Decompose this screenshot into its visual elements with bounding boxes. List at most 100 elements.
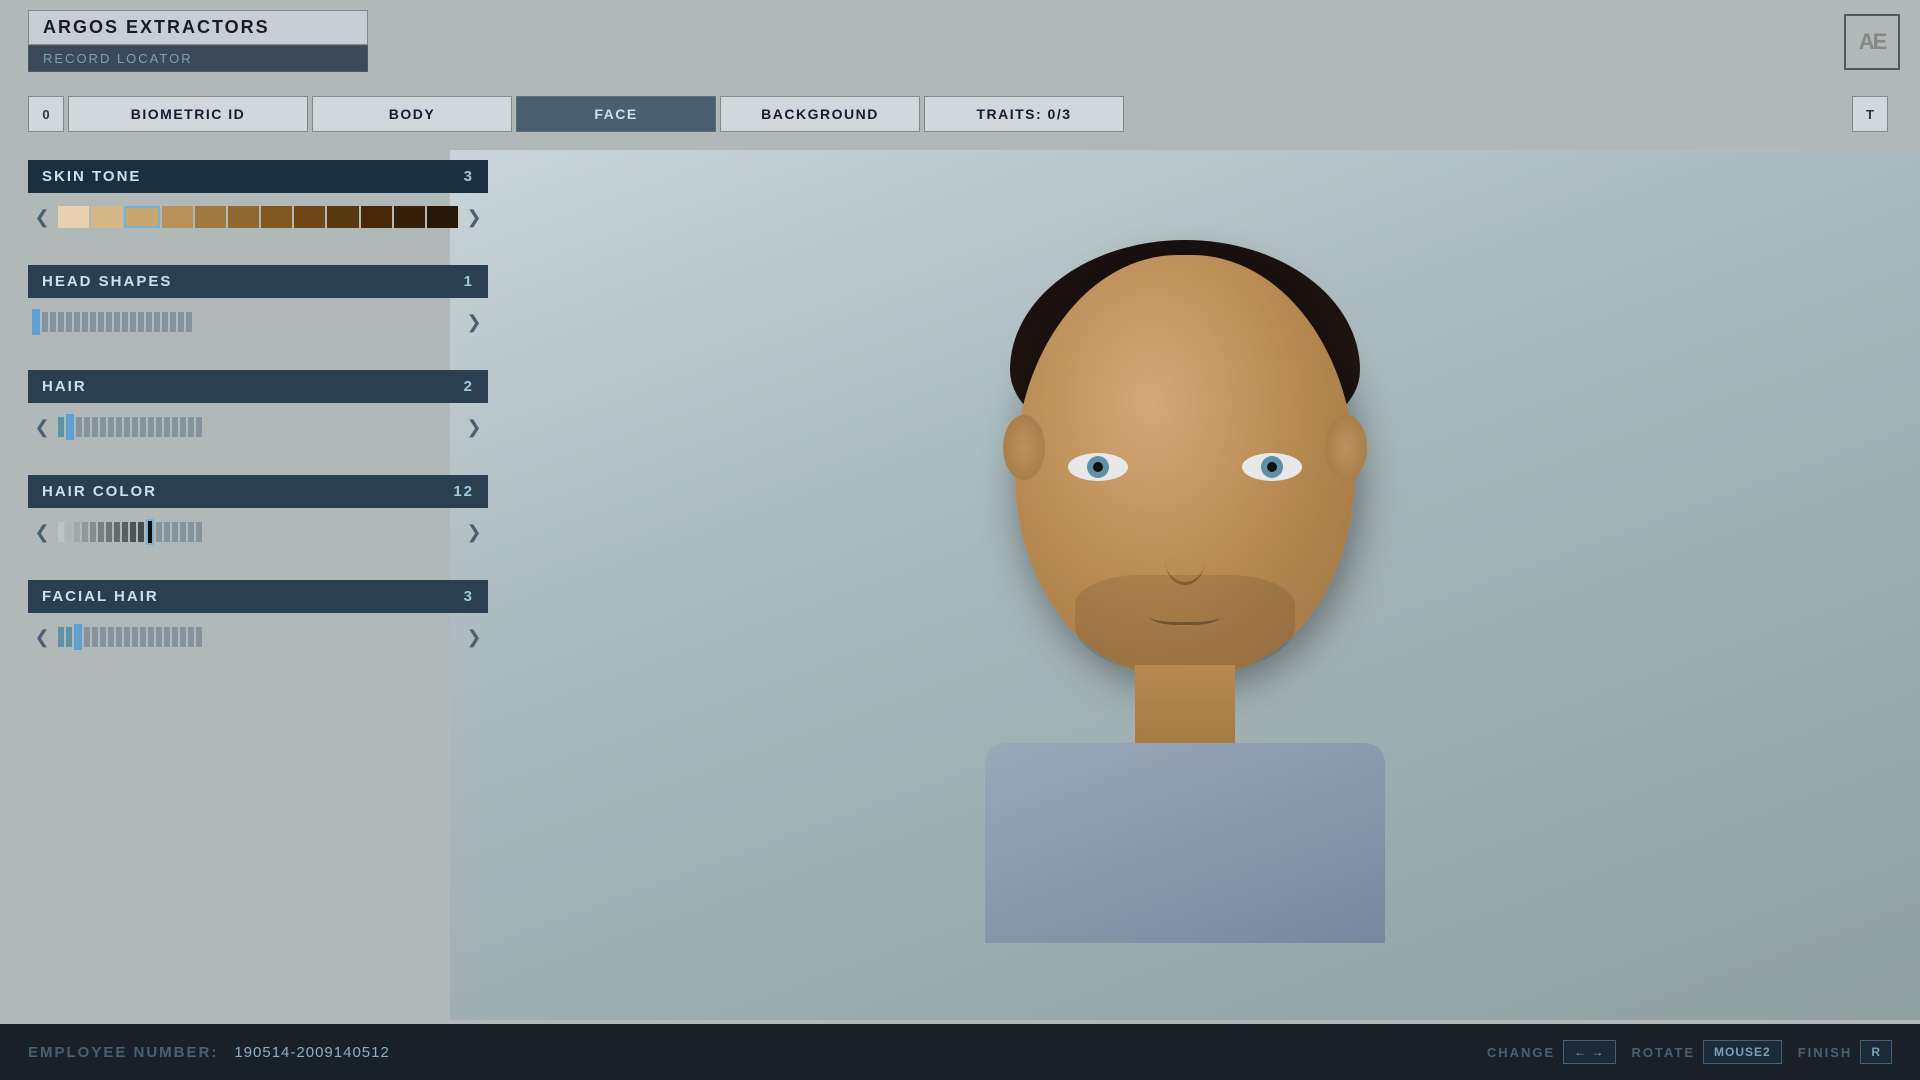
tick-hc-1[interactable] <box>58 522 64 542</box>
tick-hs-7[interactable] <box>82 312 88 332</box>
skin-seg-12[interactable] <box>427 206 458 228</box>
tick-hc-16[interactable] <box>180 522 186 542</box>
nav-tab-zero[interactable]: 0 <box>28 96 64 132</box>
tick-h-5[interactable] <box>92 417 98 437</box>
rotate-key-badge[interactable]: MOUSE2 <box>1703 1040 1782 1064</box>
tick-fh-15[interactable] <box>172 627 178 647</box>
tick-h-18[interactable] <box>196 417 202 437</box>
tick-h-15[interactable] <box>172 417 178 437</box>
tick-hs-19[interactable] <box>178 312 184 332</box>
skin-seg-10[interactable] <box>361 206 392 228</box>
tick-hs-12[interactable] <box>122 312 128 332</box>
hair-color-slider[interactable] <box>58 518 458 546</box>
tick-hc-10[interactable] <box>130 522 136 542</box>
tick-h-16[interactable] <box>180 417 186 437</box>
tick-hs-13[interactable] <box>130 312 136 332</box>
tab-face[interactable]: FACE <box>516 96 716 132</box>
tick-h-11[interactable] <box>140 417 146 437</box>
hair-color-prev[interactable]: ❮ <box>32 522 52 543</box>
tick-fh-10[interactable] <box>132 627 138 647</box>
tick-hc-11[interactable] <box>138 522 144 542</box>
tick-hs-2[interactable] <box>42 312 48 332</box>
tick-fh-7[interactable] <box>108 627 114 647</box>
tick-hc-15[interactable] <box>172 522 178 542</box>
tick-hc-17[interactable] <box>188 522 194 542</box>
tick-fh-16[interactable] <box>180 627 186 647</box>
hair-slider[interactable] <box>58 413 458 441</box>
head-shapes-slider[interactable] <box>32 308 458 336</box>
tick-hc-6[interactable] <box>98 522 104 542</box>
tick-h-10[interactable] <box>132 417 138 437</box>
tick-h-2[interactable] <box>66 414 74 440</box>
hair-prev[interactable]: ❮ <box>32 417 52 438</box>
tick-h-1[interactable] <box>58 417 64 437</box>
finish-key-badge[interactable]: R <box>1860 1040 1892 1064</box>
tick-hc-3[interactable] <box>74 522 80 542</box>
tick-hs-18[interactable] <box>170 312 176 332</box>
tick-fh-3[interactable] <box>74 624 82 650</box>
tick-hc-8[interactable] <box>114 522 120 542</box>
nav-tab-t[interactable]: T <box>1852 96 1888 132</box>
tick-fh-12[interactable] <box>148 627 154 647</box>
tick-fh-13[interactable] <box>156 627 162 647</box>
tick-hs-20[interactable] <box>186 312 192 332</box>
tick-hc-13[interactable] <box>156 522 162 542</box>
tick-fh-4[interactable] <box>84 627 90 647</box>
head-shapes-next[interactable]: ❯ <box>464 312 484 333</box>
tick-fh-2[interactable] <box>66 627 72 647</box>
tick-fh-17[interactable] <box>188 627 194 647</box>
tick-hc-7[interactable] <box>106 522 112 542</box>
tick-hc-4[interactable] <box>82 522 88 542</box>
skin-seg-8[interactable] <box>294 206 325 228</box>
change-key-badge[interactable]: ← → <box>1563 1040 1615 1064</box>
tick-hs-4[interactable] <box>58 312 64 332</box>
skin-seg-9[interactable] <box>327 206 358 228</box>
tick-h-6[interactable] <box>100 417 106 437</box>
tick-hs-5[interactable] <box>66 312 72 332</box>
facial-hair-next[interactable]: ❯ <box>464 627 484 648</box>
facial-hair-slider[interactable] <box>58 623 458 651</box>
tab-body[interactable]: BODY <box>312 96 512 132</box>
skin-seg-3[interactable] <box>124 206 159 228</box>
tick-h-3[interactable] <box>76 417 82 437</box>
tick-hc-18[interactable] <box>196 522 202 542</box>
tick-h-7[interactable] <box>108 417 114 437</box>
hair-next[interactable]: ❯ <box>464 417 484 438</box>
tick-hs-8[interactable] <box>90 312 96 332</box>
tick-fh-1[interactable] <box>58 627 64 647</box>
tick-hs-10[interactable] <box>106 312 112 332</box>
hair-color-next[interactable]: ❯ <box>464 522 484 543</box>
tick-hs-11[interactable] <box>114 312 120 332</box>
tick-fh-18[interactable] <box>196 627 202 647</box>
tick-fh-5[interactable] <box>92 627 98 647</box>
tick-h-8[interactable] <box>116 417 122 437</box>
tick-hs-3[interactable] <box>50 312 56 332</box>
tick-h-13[interactable] <box>156 417 162 437</box>
skin-tone-slider[interactable] <box>58 203 458 231</box>
skin-seg-5[interactable] <box>195 206 226 228</box>
tick-hc-14[interactable] <box>164 522 170 542</box>
tick-fh-11[interactable] <box>140 627 146 647</box>
tick-hs-1[interactable] <box>32 309 40 335</box>
tick-fh-9[interactable] <box>124 627 130 647</box>
tick-h-4[interactable] <box>84 417 90 437</box>
tick-h-17[interactable] <box>188 417 194 437</box>
tick-hc-9[interactable] <box>122 522 128 542</box>
tick-hc-12[interactable] <box>146 519 154 545</box>
tick-h-14[interactable] <box>164 417 170 437</box>
tick-hc-5[interactable] <box>90 522 96 542</box>
tab-background[interactable]: BACKGROUND <box>720 96 920 132</box>
tick-hs-17[interactable] <box>162 312 168 332</box>
skin-seg-4[interactable] <box>162 206 193 228</box>
skin-tone-prev[interactable]: ❮ <box>32 207 52 228</box>
tick-hs-9[interactable] <box>98 312 104 332</box>
facial-hair-prev[interactable]: ❮ <box>32 627 52 648</box>
skin-seg-6[interactable] <box>228 206 259 228</box>
skin-tone-next[interactable]: ❯ <box>464 207 484 228</box>
tab-traits[interactable]: TRAITS: 0/3 <box>924 96 1124 132</box>
tick-fh-14[interactable] <box>164 627 170 647</box>
tick-hs-15[interactable] <box>146 312 152 332</box>
tick-hc-2[interactable] <box>66 522 72 542</box>
tab-biometric-id[interactable]: BIOMETRIC ID <box>68 96 308 132</box>
tick-h-12[interactable] <box>148 417 154 437</box>
